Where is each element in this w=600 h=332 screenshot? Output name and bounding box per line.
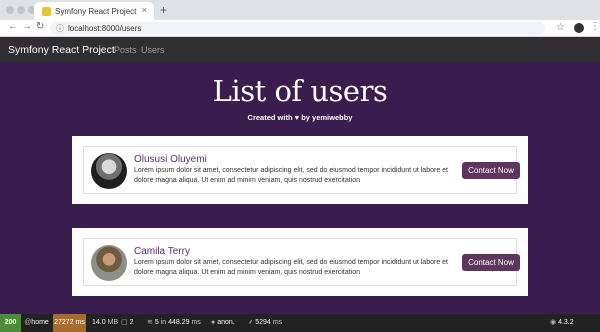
symfony-version: 4.3.2 [558,319,574,326]
route-name: home [31,319,49,326]
app-navbar: Symfony React Project Posts Users [0,38,600,62]
user-icon: ● [211,319,216,326]
url-text: localhost:8000/users [68,24,142,33]
close-tab-icon[interactable]: × [142,5,147,15]
database-indicator[interactable]: ≋ 5 in 448.29 ms [147,314,201,332]
brand-link[interactable]: Symfony React Project [8,44,115,56]
tab-title: Symfony React Project [55,7,137,16]
render-time-unit: ms [272,319,283,326]
render-time: 5294 [255,319,271,326]
new-tab-icon[interactable]: + [160,3,167,17]
requests-indicator[interactable]: ▢ 2 [121,314,133,332]
request-time-badge[interactable]: 27272 ms [53,314,86,332]
favicon-icon [42,7,51,16]
security-indicator[interactable]: ● anon. [211,314,235,332]
profile-avatar[interactable] [574,23,584,33]
db-time: 448.29 [168,319,190,326]
user-avatar [91,153,127,189]
user-card-container: Camila Terry Lorem ipsum dolor sit amet,… [72,228,528,296]
contact-now-button[interactable]: Contact Now [462,254,520,271]
database-icon: ≋ [147,319,153,326]
url-field[interactable]: ⓘ localhost:8000/users [50,22,545,35]
symfony-logo-icon: ◉ [550,319,557,326]
db-queries: 5 [154,319,159,326]
route-indicator[interactable]: @home [21,314,52,332]
twig-icon: ⸙ [248,319,254,326]
browser-tabbar: Symfony React Project × + [0,0,600,20]
minimize-window-icon[interactable] [17,6,25,14]
user-bio: Lorem ipsum dolor sit amet, consectetur … [134,259,448,276]
user-name: Camila Terry [134,246,190,257]
contact-now-button[interactable]: Contact Now [462,162,520,179]
address-bar-row: ← → ↻ ⓘ localhost:8000/users ☆ ⋮ [0,20,600,37]
user-bio: Lorem ipsum dolor sit amet, consectetur … [134,167,448,184]
debug-toolbar: 200 @home 27272 ms 14.0 MB ▢ 2 ≋ 5 in 44… [0,314,600,332]
heart-icon: ♥ [294,113,300,122]
twig-indicator[interactable]: ⸙ 5294 ms [248,314,282,332]
user-avatar [91,245,127,281]
user-card: Camila Terry Lorem ipsum dolor sit amet,… [83,238,520,286]
reload-icon[interactable]: ↻ [36,21,44,32]
browser-tab[interactable]: Symfony React Project × [34,2,154,20]
memory-value: 14.0 [92,319,106,326]
nav-link-users[interactable]: Users [141,45,165,55]
memory-unit: MB [107,319,119,326]
db-in-label: in [160,319,167,326]
page-subtitle: Created with ♥ by yemiwebby [0,113,600,122]
requests-icon: ▢ [121,319,128,326]
memory-indicator[interactable]: 14.0 MB [92,314,118,332]
user-card: Olususi Oluyemi Lorem ipsum dolor sit am… [83,146,520,194]
close-window-icon[interactable] [6,6,14,14]
user-name: Olususi Oluyemi [134,154,207,165]
requests-count: 2 [129,319,134,326]
nav-link-posts[interactable]: Posts [114,45,137,55]
db-time-unit: ms [191,319,201,326]
page-title: List of users [212,74,388,108]
request-time-value: 27272 [54,319,74,326]
star-icon[interactable]: ☆ [556,22,565,33]
kebab-menu-icon[interactable]: ⋮ [590,21,600,32]
symfony-version-indicator[interactable]: ◉ 4.3.2 [550,314,574,332]
user-label: anon. [217,319,235,326]
subtitle-suffix: by yemiwebby [301,113,353,122]
forward-arrow-icon[interactable]: → [22,21,32,32]
user-card-container: Olususi Oluyemi Lorem ipsum dolor sit am… [72,136,528,204]
request-time-unit: ms [75,319,85,326]
subtitle-prefix: Created with [247,113,293,122]
back-arrow-icon[interactable]: ← [8,21,18,32]
info-icon[interactable]: ⓘ [56,23,64,34]
status-code-badge[interactable]: 200 [0,314,21,332]
